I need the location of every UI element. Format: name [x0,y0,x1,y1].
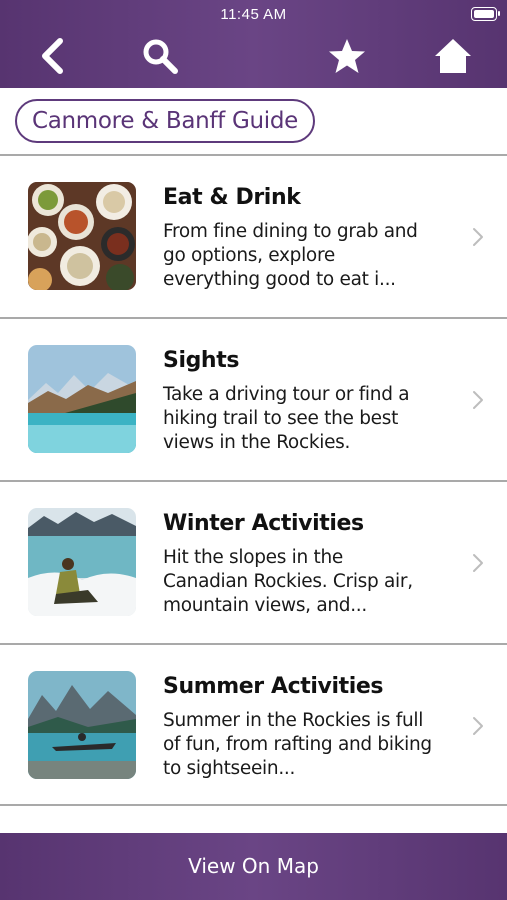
chevron-right-icon [471,552,485,574]
category-row-summer-activities[interactable]: Summer Activities Summer in the Rockies … [0,645,507,805]
home-icon [435,39,471,73]
category-row-eat-drink[interactable]: Eat & Drink From fine dining to grab and… [0,156,507,316]
category-description: Summer in the Rockies is full of fun, fr… [163,710,432,779]
star-icon [329,39,365,73]
chevron-left-icon [42,38,63,74]
category-title: Sights [163,348,240,373]
food-spread-photo [28,182,136,290]
chevron-right-icon [471,715,485,737]
chevron-right-icon [471,226,485,248]
search-icon [143,39,178,74]
category-description: From fine dining to grab and go options,… [163,221,418,290]
battery-icon [471,7,500,21]
view-on-map-button[interactable]: View On Map [0,833,507,900]
category-row-winter-activities[interactable]: Winter Activities Hit the slopes in the … [0,482,507,642]
category-title: Summer Activities [163,674,384,699]
canoe-lake-photo [28,671,136,779]
mountain-lake-photo [28,345,136,453]
guide-title-chip[interactable]: Canmore & Banff Guide [15,99,315,143]
back-button[interactable] [34,36,74,76]
home-button[interactable] [433,36,473,76]
category-description: Hit the slopes in the Canadian Rockies. … [163,547,413,616]
category-description: Take a driving tour or find a hiking tra… [163,384,410,453]
search-button[interactable] [140,36,180,76]
status-time: 11:45 AM [220,6,287,23]
winter-snow-photo [28,508,136,616]
divider [0,804,507,806]
guide-header: Canmore & Banff Guide [0,88,507,155]
top-navigation-bar: 11:45 AM [0,0,507,88]
category-row-sights[interactable]: Sights Take a driving tour or find a hik… [0,319,507,479]
category-title: Winter Activities [163,511,364,536]
category-title: Eat & Drink [163,185,301,210]
favorites-button[interactable] [327,36,367,76]
chevron-right-icon [471,389,485,411]
